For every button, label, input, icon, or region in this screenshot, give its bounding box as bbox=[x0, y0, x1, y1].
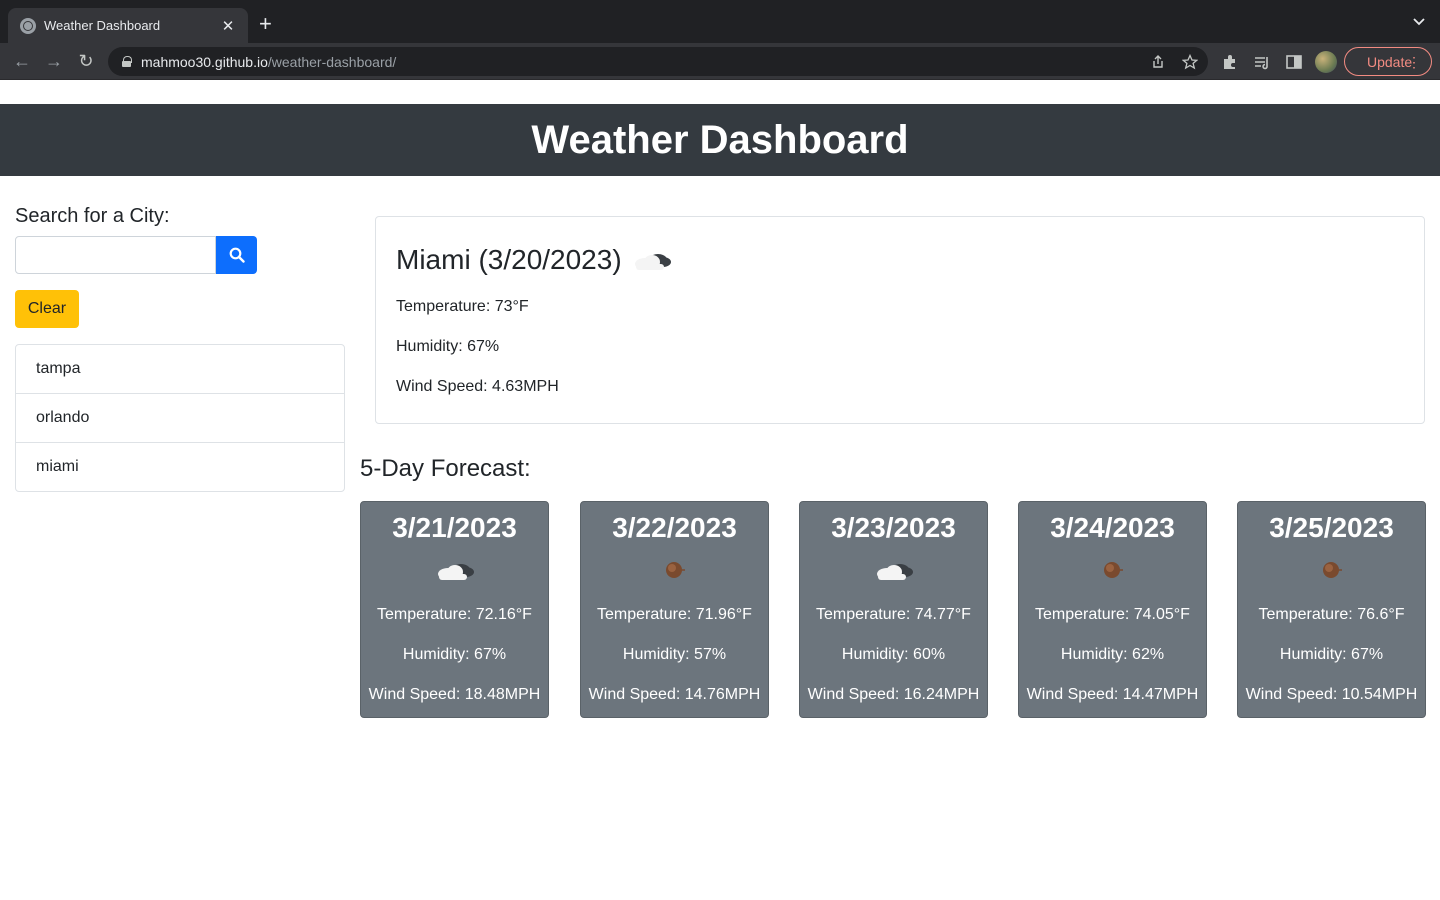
forecast-humidity: Humidity: 60% bbox=[841, 646, 946, 663]
chevron-down-icon[interactable] bbox=[1412, 14, 1426, 28]
url-host: mahmoo30.github.io bbox=[141, 53, 268, 70]
forecast-card: 3/24/2023 Temperature: 74.05°F Humidity:… bbox=[1018, 501, 1207, 718]
reload-icon[interactable]: ↻ bbox=[76, 51, 96, 71]
page-title: Weather Dashboard bbox=[531, 117, 909, 162]
more-vert-icon: ⋮ bbox=[1407, 54, 1421, 70]
current-humidity: Humidity: 67% bbox=[396, 338, 500, 355]
history-item-orlando[interactable]: orlando bbox=[16, 394, 344, 443]
search-label: Search for a City: bbox=[15, 205, 170, 227]
forecast-temperature: Temperature: 74.05°F bbox=[1035, 606, 1190, 623]
history-item-tampa[interactable]: tampa bbox=[16, 345, 344, 394]
forecast-wind-speed: Wind Speed: 14.47MPH bbox=[1026, 686, 1199, 703]
forecast-card: 3/22/2023 Temperature: 71.96°F Humidity:… bbox=[580, 501, 769, 718]
forecast-wind-speed: Wind Speed: 10.54MPH bbox=[1245, 686, 1418, 703]
close-tab-icon[interactable]: ✕ bbox=[220, 17, 236, 35]
forecast-wind-speed: Wind Speed: 18.48MPH bbox=[368, 686, 541, 703]
page: Weather Dashboard Search for a City: Cle… bbox=[0, 80, 1440, 900]
profile-avatar[interactable] bbox=[1315, 51, 1337, 73]
partly-cloudy-night-icon bbox=[876, 564, 913, 580]
forecast-heading: 5-Day Forecast: bbox=[360, 455, 531, 482]
current-weather-card: Miami (3/20/2023) Temperature: 73°F Humi… bbox=[375, 216, 1425, 424]
address-bar[interactable]: mahmoo30.github.io/weather-dashboard/ bbox=[108, 47, 1208, 76]
search-history-list: tampa orlando miami bbox=[15, 344, 345, 492]
current-wind-speed: Wind Speed: 4.63MPH bbox=[396, 378, 559, 395]
browser-toolbar: ← → ↻ mahmoo30.github.io/weather-dashboa… bbox=[0, 43, 1440, 80]
current-temperature: Temperature: 73°F bbox=[396, 298, 529, 315]
current-city-date: Miami (3/20/2023) bbox=[396, 244, 622, 275]
forecast-humidity: Humidity: 62% bbox=[1060, 646, 1165, 663]
forecast-humidity: Humidity: 67% bbox=[402, 646, 507, 663]
history-item-miami[interactable]: miami bbox=[16, 443, 344, 491]
globe-icon bbox=[20, 17, 36, 34]
forecast-date: 3/21/2023 bbox=[392, 512, 517, 543]
new-tab-icon[interactable]: + bbox=[259, 13, 272, 35]
forecast-card: 3/21/2023 Temperature: 72.16°F Humidity:… bbox=[360, 501, 549, 718]
page-header: Weather Dashboard bbox=[0, 104, 1440, 176]
browser-tabstrip: Weather Dashboard ✕ + bbox=[0, 0, 1440, 43]
city-search-input[interactable] bbox=[15, 236, 216, 274]
forecast-wind-speed: Wind Speed: 14.76MPH bbox=[588, 686, 761, 703]
search-icon bbox=[229, 247, 245, 263]
clear-night-icon bbox=[1322, 562, 1342, 578]
forecast-humidity: Humidity: 67% bbox=[1279, 646, 1384, 663]
extensions-icon[interactable] bbox=[1221, 53, 1239, 71]
share-icon[interactable] bbox=[1150, 54, 1166, 70]
forecast-date: 3/24/2023 bbox=[1050, 512, 1175, 543]
forecast-date: 3/23/2023 bbox=[831, 512, 956, 543]
forecast-wind-speed: Wind Speed: 16.24MPH bbox=[807, 686, 980, 703]
forecast-temperature: Temperature: 74.77°F bbox=[816, 606, 971, 623]
forward-icon[interactable]: → bbox=[44, 51, 64, 71]
partly-cloudy-night-icon bbox=[437, 564, 474, 580]
forecast-card: 3/25/2023 Temperature: 76.6°F Humidity: … bbox=[1237, 501, 1426, 718]
forecast-date: 3/22/2023 bbox=[612, 512, 737, 543]
update-button[interactable]: Update ⋮ bbox=[1344, 47, 1432, 76]
url-path: /weather-dashboard/ bbox=[267, 53, 397, 70]
forecast-date: 3/25/2023 bbox=[1269, 512, 1394, 543]
clear-night-icon bbox=[665, 562, 685, 578]
search-button[interactable] bbox=[216, 236, 257, 274]
bookmark-star-icon[interactable] bbox=[1182, 54, 1198, 70]
clear-button[interactable]: Clear bbox=[15, 290, 79, 328]
forecast-temperature: Temperature: 76.6°F bbox=[1258, 606, 1405, 623]
forecast-humidity: Humidity: 57% bbox=[622, 646, 727, 663]
lock-icon bbox=[122, 56, 132, 67]
update-label: Update bbox=[1367, 53, 1413, 70]
back-icon[interactable]: ← bbox=[12, 51, 32, 71]
tab-title: Weather Dashboard bbox=[44, 18, 161, 33]
current-weather-heading: Miami (3/20/2023) bbox=[396, 237, 1404, 283]
forecast-temperature: Temperature: 71.96°F bbox=[597, 606, 752, 623]
partly-cloudy-night-icon bbox=[634, 254, 671, 270]
forecast-card: 3/23/2023 Temperature: 74.77°F Humidity:… bbox=[799, 501, 988, 718]
side-panel-icon[interactable] bbox=[1285, 53, 1303, 71]
forecast-temperature: Temperature: 72.16°F bbox=[377, 606, 532, 623]
reading-list-icon[interactable] bbox=[1253, 53, 1271, 71]
clear-night-icon bbox=[1103, 562, 1123, 578]
browser-tab[interactable]: Weather Dashboard ✕ bbox=[8, 8, 248, 43]
